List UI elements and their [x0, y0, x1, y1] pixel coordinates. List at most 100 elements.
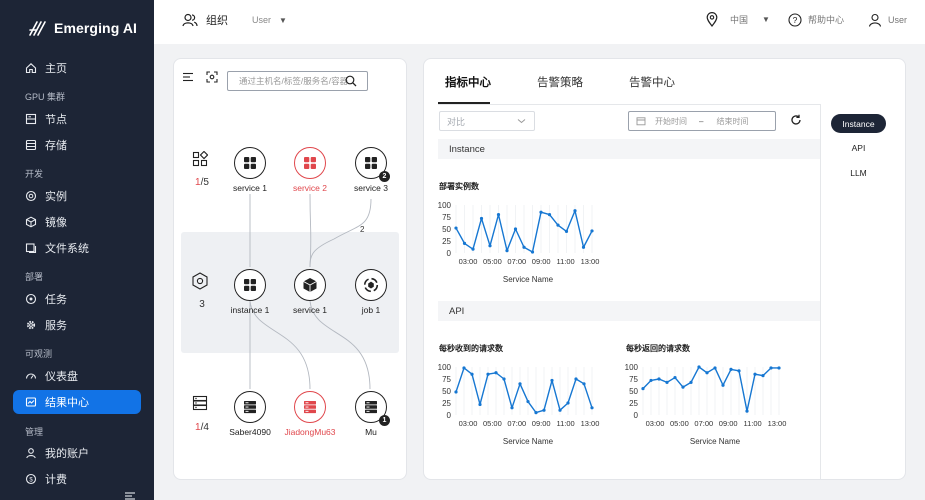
x-tick-label: 03:00	[459, 419, 478, 428]
y-tick-label: 0	[447, 249, 452, 258]
instance-node-label: service 1	[292, 305, 327, 315]
nav-group-dev: 开发	[25, 169, 44, 179]
data-point	[454, 226, 458, 230]
brand-logo[interactable]: Emerging AI	[28, 16, 137, 40]
sidebar-item-filesystem[interactable]: 文件系统	[13, 236, 141, 260]
data-point	[729, 367, 733, 371]
sidebar-item-results[interactable]: 结果中心	[13, 390, 141, 414]
data-point	[470, 372, 474, 376]
sidebar-item-storage[interactable]: 存储	[13, 133, 141, 157]
data-point	[590, 406, 594, 410]
data-point	[657, 377, 661, 381]
host-node-2[interactable]	[294, 391, 326, 423]
data-point	[534, 411, 538, 415]
y-tick-label: 25	[442, 399, 451, 408]
instance-node-1[interactable]	[234, 269, 266, 301]
data-point	[665, 380, 669, 384]
sidebar-item-label: 任务	[45, 294, 67, 306]
service-node-2[interactable]	[294, 147, 326, 179]
host-node-1[interactable]	[234, 391, 266, 423]
instance-node-2[interactable]	[294, 269, 326, 301]
sidebar-item-label: 节点	[45, 114, 67, 126]
data-point	[471, 247, 475, 251]
instance-node-3[interactable]	[355, 269, 387, 301]
host-node-3[interactable]: 1	[355, 391, 390, 426]
category-instance[interactable]: Instance	[831, 114, 886, 133]
tab-metrics-center[interactable]: 指标中心	[445, 74, 491, 90]
y-tick-label: 75	[629, 375, 638, 384]
server-icon	[304, 401, 316, 414]
sidebar-item-nodes[interactable]: 节点	[13, 107, 141, 131]
start-time-input[interactable]: 开始时间	[655, 116, 687, 127]
data-point	[761, 374, 765, 378]
sidebar: Emerging AI 主页 GPU 集群 节点 存储 开发 实例 镜像 文件系…	[0, 0, 154, 500]
x-tick-label: 09:00	[719, 419, 738, 428]
hosts-group-icon	[192, 395, 208, 414]
data-point	[547, 213, 552, 217]
server-icon	[244, 401, 256, 414]
compare-select[interactable]: 对比	[439, 111, 535, 131]
org-switcher[interactable]: 组织 User ▼	[182, 12, 287, 28]
task-icon	[25, 293, 37, 305]
x-tick-label: 11:00	[743, 419, 761, 428]
refresh-icon[interactable]	[790, 114, 802, 126]
data-point	[649, 378, 653, 383]
sidebar-item-images[interactable]: 镜像	[13, 210, 141, 234]
sidebar-item-label: 服务	[45, 320, 67, 332]
date-range-picker[interactable]: 开始时间 – 结束时间	[628, 111, 776, 131]
metrics-panel: 指标中心 告警策略 告警中心 对比 开始时间 – 结束时间 Instance A…	[423, 58, 906, 480]
series-line	[642, 366, 779, 412]
sidebar-item-label: 存储	[45, 140, 67, 152]
service-node-1[interactable]	[234, 147, 266, 179]
data-point	[539, 210, 543, 214]
section-instance-header: Instance	[438, 139, 820, 159]
category-llm[interactable]: LLM	[831, 163, 886, 182]
x-axis-label: Service Name	[503, 275, 554, 284]
requests-received-chart: 0 25 50 75 100 03:00 05:00 07:00 09:00 11:00 13:00…	[438, 363, 600, 446]
edge-count-label: 2	[360, 225, 365, 234]
service-node-3[interactable]: 2	[355, 147, 390, 182]
collapse-menu-icon[interactable]	[124, 491, 136, 500]
data-point	[705, 371, 709, 375]
y-tick-label: 50	[442, 387, 451, 396]
user-menu[interactable]: User	[888, 15, 907, 25]
sidebar-item-account[interactable]: 我的账户	[13, 441, 141, 465]
region-select[interactable]: 中国	[730, 13, 748, 26]
gear-icon	[26, 320, 36, 330]
sidebar-item-billing[interactable]: $ 计费	[13, 467, 141, 491]
data-point	[462, 241, 467, 245]
sidebar-item-dashboard[interactable]: 仪表盘	[13, 364, 141, 388]
sidebar-item-label: 计费	[45, 474, 67, 486]
logo-icon	[29, 21, 46, 36]
data-point	[564, 229, 569, 233]
sidebar-item-tasks[interactable]: 任务	[13, 287, 141, 311]
sidebar-item-services[interactable]: 服务	[13, 313, 141, 337]
data-point	[530, 250, 535, 254]
x-tick-label: 07:00	[694, 419, 713, 428]
host-node-label: Mu	[365, 427, 377, 437]
tab-alert-center[interactable]: 告警中心	[629, 74, 675, 90]
nav-group-gpu: GPU 集群	[25, 92, 66, 102]
tab-alert-policy[interactable]: 告警策略	[537, 74, 583, 90]
sidebar-item-instances[interactable]: 实例	[13, 184, 141, 208]
x-tick-label: 13:00	[581, 257, 600, 266]
hosts-count-total: /4	[200, 422, 209, 433]
user-select[interactable]: User	[252, 15, 271, 25]
node-badge: 2	[379, 171, 390, 182]
y-tick-label: 50	[442, 225, 451, 234]
category-api[interactable]: API	[831, 138, 886, 157]
instance-node-label: job 1	[361, 305, 381, 315]
sidebar-item-label: 文件系统	[45, 243, 89, 255]
end-time-input[interactable]: 结束时间	[716, 116, 748, 127]
caret-down-icon[interactable]: ▼	[762, 15, 770, 24]
data-point	[581, 245, 586, 249]
sidebar-item-label: 镜像	[45, 217, 67, 229]
help-center-link[interactable]: 帮助中心	[808, 13, 844, 26]
user-icon	[26, 448, 36, 459]
x-tick-label: 11:00	[556, 419, 574, 428]
metric-category-list: Instance API LLM	[820, 104, 905, 479]
data-point	[745, 409, 749, 413]
caret-down-icon[interactable]: ▼	[279, 16, 287, 25]
sidebar-item-home[interactable]: 主页	[13, 56, 141, 80]
data-point	[697, 365, 701, 369]
